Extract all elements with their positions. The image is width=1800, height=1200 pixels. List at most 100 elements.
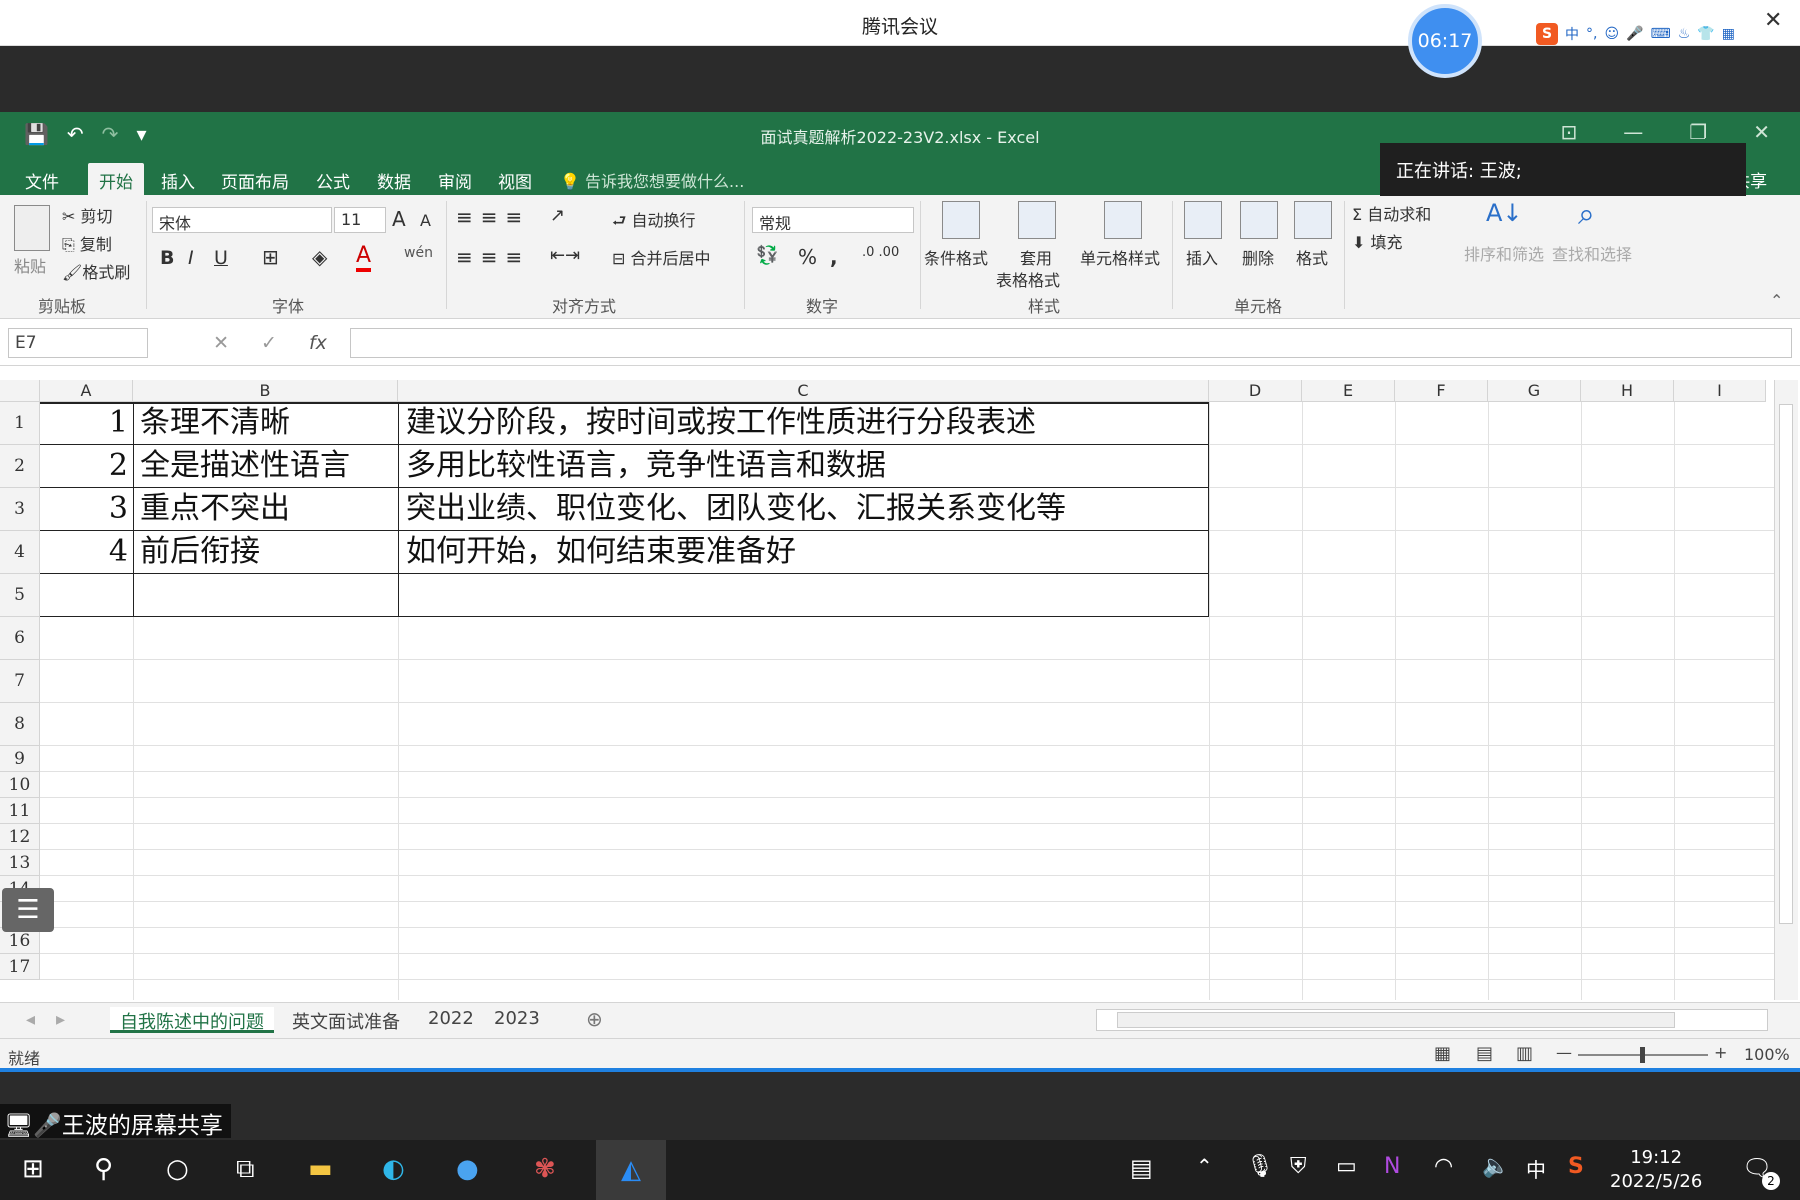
format-as-table-icon[interactable] <box>1018 201 1056 239</box>
zoom-slider-thumb[interactable] <box>1640 1047 1645 1063</box>
cortana-icon[interactable]: ○ <box>166 1154 189 1184</box>
row-header[interactable]: 1 <box>0 402 40 445</box>
sheet-tab-english[interactable]: 英文面试准备 <box>282 1007 410 1033</box>
meeting-close-icon[interactable]: ✕ <box>1764 8 1782 33</box>
zoom-out-icon[interactable]: — <box>1556 1043 1572 1062</box>
normal-view-icon[interactable]: ▦ <box>1434 1043 1451 1064</box>
column-header-c[interactable]: C <box>398 380 1209 402</box>
ime-menu-icon[interactable]: ▦ <box>1722 26 1735 42</box>
tell-me-search[interactable]: 💡 告诉我您想要做什么... <box>560 168 744 192</box>
sheet-nav-next-icon[interactable]: ▸ <box>56 1009 65 1030</box>
format-as-table-line1[interactable]: 套用 <box>1020 245 1052 269</box>
news-icon[interactable]: ▤ <box>1130 1154 1153 1182</box>
minimize-icon[interactable]: — <box>1623 120 1643 144</box>
tab-file[interactable]: 文件 <box>14 163 70 195</box>
borders-icon[interactable]: ⊞ <box>262 245 279 269</box>
row-header[interactable]: 9 <box>0 746 40 772</box>
cell-a3[interactable]: 3 <box>40 488 128 530</box>
vertical-scrollbar[interactable] <box>1774 380 1798 1000</box>
vertical-align-icons[interactable]: ≡≡≡ <box>456 205 530 229</box>
insert-cells-button[interactable]: 插入 <box>1186 245 1218 269</box>
row-header[interactable]: 5 <box>0 574 40 617</box>
file-explorer-icon[interactable]: ▬ <box>308 1154 333 1184</box>
row-header[interactable]: 11 <box>0 798 40 824</box>
font-size-select[interactable]: 11 <box>334 207 386 233</box>
cell-a4[interactable]: 4 <box>40 531 128 573</box>
onenote-tray-icon[interactable]: N <box>1384 1154 1400 1179</box>
ime-skin-icon[interactable]: ♨ <box>1678 26 1691 42</box>
column-header-a[interactable]: A <box>40 380 133 402</box>
shrink-font-button[interactable]: A <box>420 211 431 230</box>
conditional-format-button[interactable]: 条件格式 <box>924 245 988 269</box>
wifi-tray-icon[interactable]: ◠ <box>1434 1154 1453 1179</box>
meeting-menu-icon[interactable]: ☰ <box>2 888 54 932</box>
row-header[interactable]: 13 <box>0 850 40 876</box>
zoom-in-icon[interactable]: + <box>1714 1043 1727 1062</box>
restore-icon[interactable]: ❐ <box>1689 120 1707 144</box>
cell-b1[interactable]: 条理不清晰 <box>140 402 290 444</box>
input-method-indicator[interactable]: 中 <box>1526 1154 1546 1183</box>
cell-styles-button[interactable]: 单元格样式 <box>1080 245 1160 269</box>
column-header-g[interactable]: G <box>1488 380 1581 402</box>
mic-tray-icon[interactable]: 🎙 <box>1246 1154 1274 1179</box>
sort-filter-button[interactable]: 排序和筛选 <box>1464 241 1544 265</box>
meeting-timer[interactable]: 06:17 <box>1408 4 1482 78</box>
row-header[interactable]: 10 <box>0 772 40 798</box>
paint-app-icon[interactable]: ✾ <box>534 1154 556 1184</box>
clock[interactable]: 19:12 2022/5/26 <box>1610 1146 1702 1194</box>
sort-filter-icon[interactable]: A↓ <box>1486 199 1523 227</box>
column-header-e[interactable]: E <box>1302 380 1395 402</box>
row-header[interactable]: 17 <box>0 954 40 980</box>
name-box[interactable]: E7 <box>8 328 148 358</box>
edge-icon[interactable]: ◐ <box>382 1154 405 1184</box>
ime-shirt-icon[interactable]: 👕 <box>1697 26 1714 42</box>
insert-cells-icon[interactable] <box>1184 201 1222 239</box>
ime-chinese-icon[interactable]: 中 <box>1565 24 1579 44</box>
wrap-text-button[interactable]: ⮐ 自动换行 <box>612 207 696 237</box>
tab-insert[interactable]: 插入 <box>150 163 206 195</box>
formula-input[interactable] <box>350 328 1792 358</box>
select-all-corner[interactable] <box>0 380 40 402</box>
cell-b3[interactable]: 重点不突出 <box>140 488 290 530</box>
fill-button[interactable]: ⬇ 填充 <box>1352 229 1403 253</box>
tab-home[interactable]: 开始 <box>88 163 144 195</box>
format-cells-button[interactable]: 格式 <box>1296 245 1328 269</box>
delete-cells-button[interactable]: 删除 <box>1242 245 1274 269</box>
tab-view[interactable]: 视图 <box>487 163 543 195</box>
sheet-tab-self-intro[interactable]: 自我陈述中的问题 <box>110 1007 274 1033</box>
fill-color-icon[interactable]: ◈ <box>312 245 327 269</box>
row-header[interactable]: 12 <box>0 824 40 850</box>
bold-button[interactable]: B <box>160 247 174 269</box>
column-header-b[interactable]: B <box>133 380 398 402</box>
security-tray-icon[interactable]: ⛨ <box>1290 1154 1307 1179</box>
search-icon[interactable]: ⚲ <box>94 1154 113 1184</box>
font-name-select[interactable]: 宋体 <box>152 207 332 233</box>
row-header[interactable]: 8 <box>0 703 40 746</box>
cell-c3[interactable]: 突出业绩、职位变化、团队变化、汇报关系变化等 <box>406 488 1066 530</box>
cell-b2[interactable]: 全是描述性语言 <box>140 445 350 487</box>
zoom-slider[interactable] <box>1578 1047 1708 1063</box>
tab-review[interactable]: 审阅 <box>427 163 483 195</box>
row-header[interactable]: 2 <box>0 445 40 488</box>
fx-icon[interactable]: fx <box>309 332 327 354</box>
column-header-d[interactable]: D <box>1209 380 1302 402</box>
format-cells-icon[interactable] <box>1294 201 1332 239</box>
cell-styles-icon[interactable] <box>1104 201 1142 239</box>
horizontal-align-icons[interactable]: ≡≡≡ <box>456 245 530 269</box>
tab-formulas[interactable]: 公式 <box>305 163 361 195</box>
format-as-table-line2[interactable]: 表格格式 <box>996 267 1060 291</box>
column-header-f[interactable]: F <box>1395 380 1488 402</box>
tray-expand-icon[interactable]: ⌃ <box>1196 1154 1213 1178</box>
enter-icon[interactable]: ✓ <box>261 332 277 354</box>
ime-keyboard-icon[interactable]: ⌨ <box>1651 26 1671 42</box>
cell-a2[interactable]: 2 <box>40 445 128 487</box>
cell-c1[interactable]: 建议分阶段，按时间或按工作性质进行分段表述 <box>406 402 1036 444</box>
cell-c4[interactable]: 如何开始，如何结束要准备好 <box>406 531 796 573</box>
cell-c2[interactable]: 多用比较性语言，竞争性语言和数据 <box>406 445 886 487</box>
phonetic-icon[interactable]: wén <box>404 245 433 261</box>
ime-toolbar[interactable]: S 中 °, ☺ 🎤 ⌨ ♨ 👕 ▦ <box>1536 22 1735 46</box>
horizontal-scroll-thumb[interactable] <box>1117 1012 1675 1028</box>
delete-cells-icon[interactable] <box>1240 201 1278 239</box>
battery-tray-icon[interactable]: ▭ <box>1336 1154 1357 1179</box>
tencent-meeting-taskbar-icon[interactable]: ◭ <box>596 1140 666 1200</box>
